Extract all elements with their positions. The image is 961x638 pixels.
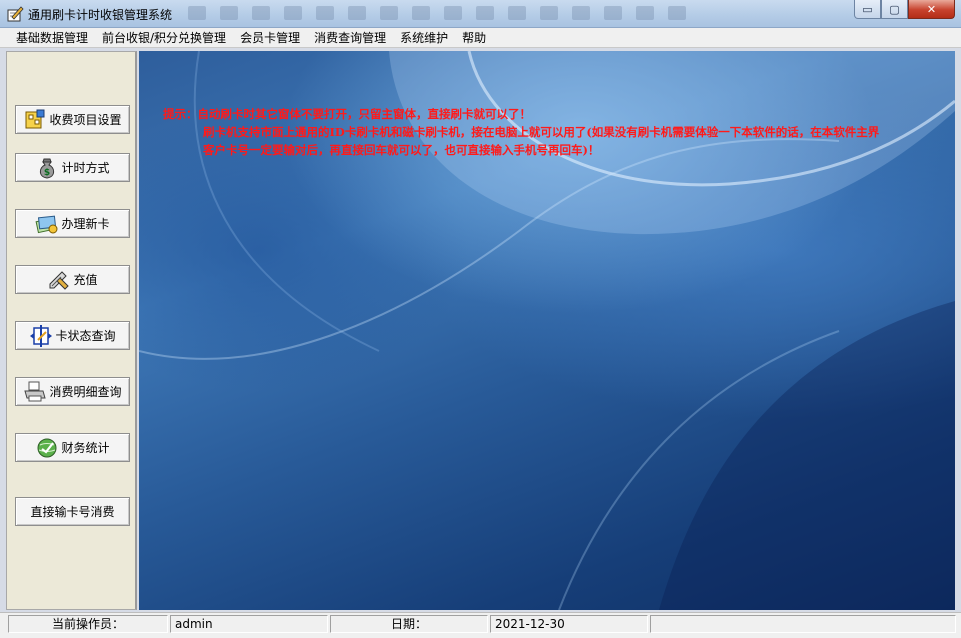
fee-settings-button[interactable]: 收费项目设置 — [15, 105, 130, 134]
recharge-button[interactable]: 充值 — [15, 265, 130, 294]
title-bar: 通用刷卡计时收银管理系统 ▭ ▢ ✕ — [0, 0, 961, 28]
date-value: 2021-12-30 — [490, 615, 648, 633]
minimize-button[interactable]: ▭ — [854, 0, 881, 19]
card-status-icon — [30, 324, 53, 347]
notice-line-3: 客户卡号一定要输对后，再直接回车就可以了，也可直接输入手机号再回车)！ — [203, 143, 600, 157]
menu-bar: 基础数据管理 前台收银/积分兑换管理 会员卡管理 消费查询管理 系统维护 帮助 — [0, 28, 961, 48]
window-controls: ▭ ▢ ✕ — [854, 0, 955, 19]
date-label: 日期： — [330, 615, 488, 633]
direct-card-number-consume-button[interactable]: 直接输卡号消费 — [15, 497, 130, 526]
notice-text: 提示：自动刷卡时其它窗体不要打开，只留主窗体，直接刷卡就可以了！ 刷卡机支持市面… — [163, 105, 879, 159]
notice-line-1: 提示：自动刷卡时其它窗体不要打开，只留主窗体，直接刷卡就可以了！ — [163, 107, 531, 121]
left-nav-panel: 收费项目设置 $ 计时方式 办理新卡 充值 卡状态查询 消费明细查询 财务统计 … — [6, 51, 137, 610]
finance-statistics-button[interactable]: 财务统计 — [15, 433, 130, 462]
new-card-label: 办理新卡 — [61, 217, 110, 231]
status-bar: 当前操作员： admin 日期： 2021-12-30 — [0, 612, 961, 638]
close-button[interactable]: ✕ — [908, 0, 955, 19]
card-status-query-label: 卡状态查询 — [55, 329, 116, 343]
operator-value: admin — [170, 615, 328, 633]
svg-text:$: $ — [44, 168, 50, 178]
card-status-query-button[interactable]: 卡状态查询 — [15, 321, 130, 350]
app-pen-icon — [7, 6, 24, 22]
status-empty-cell — [650, 615, 956, 633]
recharge-label: 充值 — [73, 273, 98, 287]
printer-icon — [24, 381, 47, 401]
new-card-icon — [36, 215, 58, 233]
money-bag-icon: $ — [40, 158, 55, 179]
window-title: 通用刷卡计时收银管理系统 — [28, 8, 173, 22]
consumption-detail-query-label: 消费明细查询 — [49, 385, 122, 399]
fee-settings-label: 收费项目设置 — [49, 113, 122, 127]
menu-basic-data[interactable]: 基础数据管理 — [9, 28, 95, 48]
ghost-toolbar — [188, 6, 686, 22]
menu-consumption-query[interactable]: 消费查询管理 — [307, 28, 393, 48]
direct-card-number-consume-label: 直接输卡号消费 — [30, 505, 115, 519]
menu-member-card[interactable]: 会员卡管理 — [233, 28, 307, 48]
new-card-button[interactable]: 办理新卡 — [15, 209, 130, 238]
fee-settings-icon — [25, 109, 45, 128]
timing-mode-button[interactable]: $ 计时方式 — [15, 153, 130, 182]
finance-globe-icon — [37, 438, 57, 457]
menu-front-cashier[interactable]: 前台收银/积分兑换管理 — [95, 28, 233, 48]
main-content-area: 提示：自动刷卡时其它窗体不要打开，只留主窗体，直接刷卡就可以了！ 刷卡机支持市面… — [139, 51, 955, 610]
recharge-pen-icon — [49, 270, 70, 290]
finance-statistics-label: 财务统计 — [61, 441, 110, 455]
consumption-detail-query-button[interactable]: 消费明细查询 — [15, 377, 130, 406]
notice-line-2: 刷卡机支持市面上通用的ID卡刷卡机和磁卡刷卡机，接在电脑上就可以用了(如果没有刷… — [203, 125, 880, 139]
operator-label: 当前操作员： — [8, 615, 168, 633]
menu-help[interactable]: 帮助 — [455, 28, 493, 48]
maximize-button[interactable]: ▢ — [881, 0, 908, 19]
menu-system-maintenance[interactable]: 系统维护 — [393, 28, 455, 48]
timing-mode-label: 计时方式 — [61, 161, 110, 175]
